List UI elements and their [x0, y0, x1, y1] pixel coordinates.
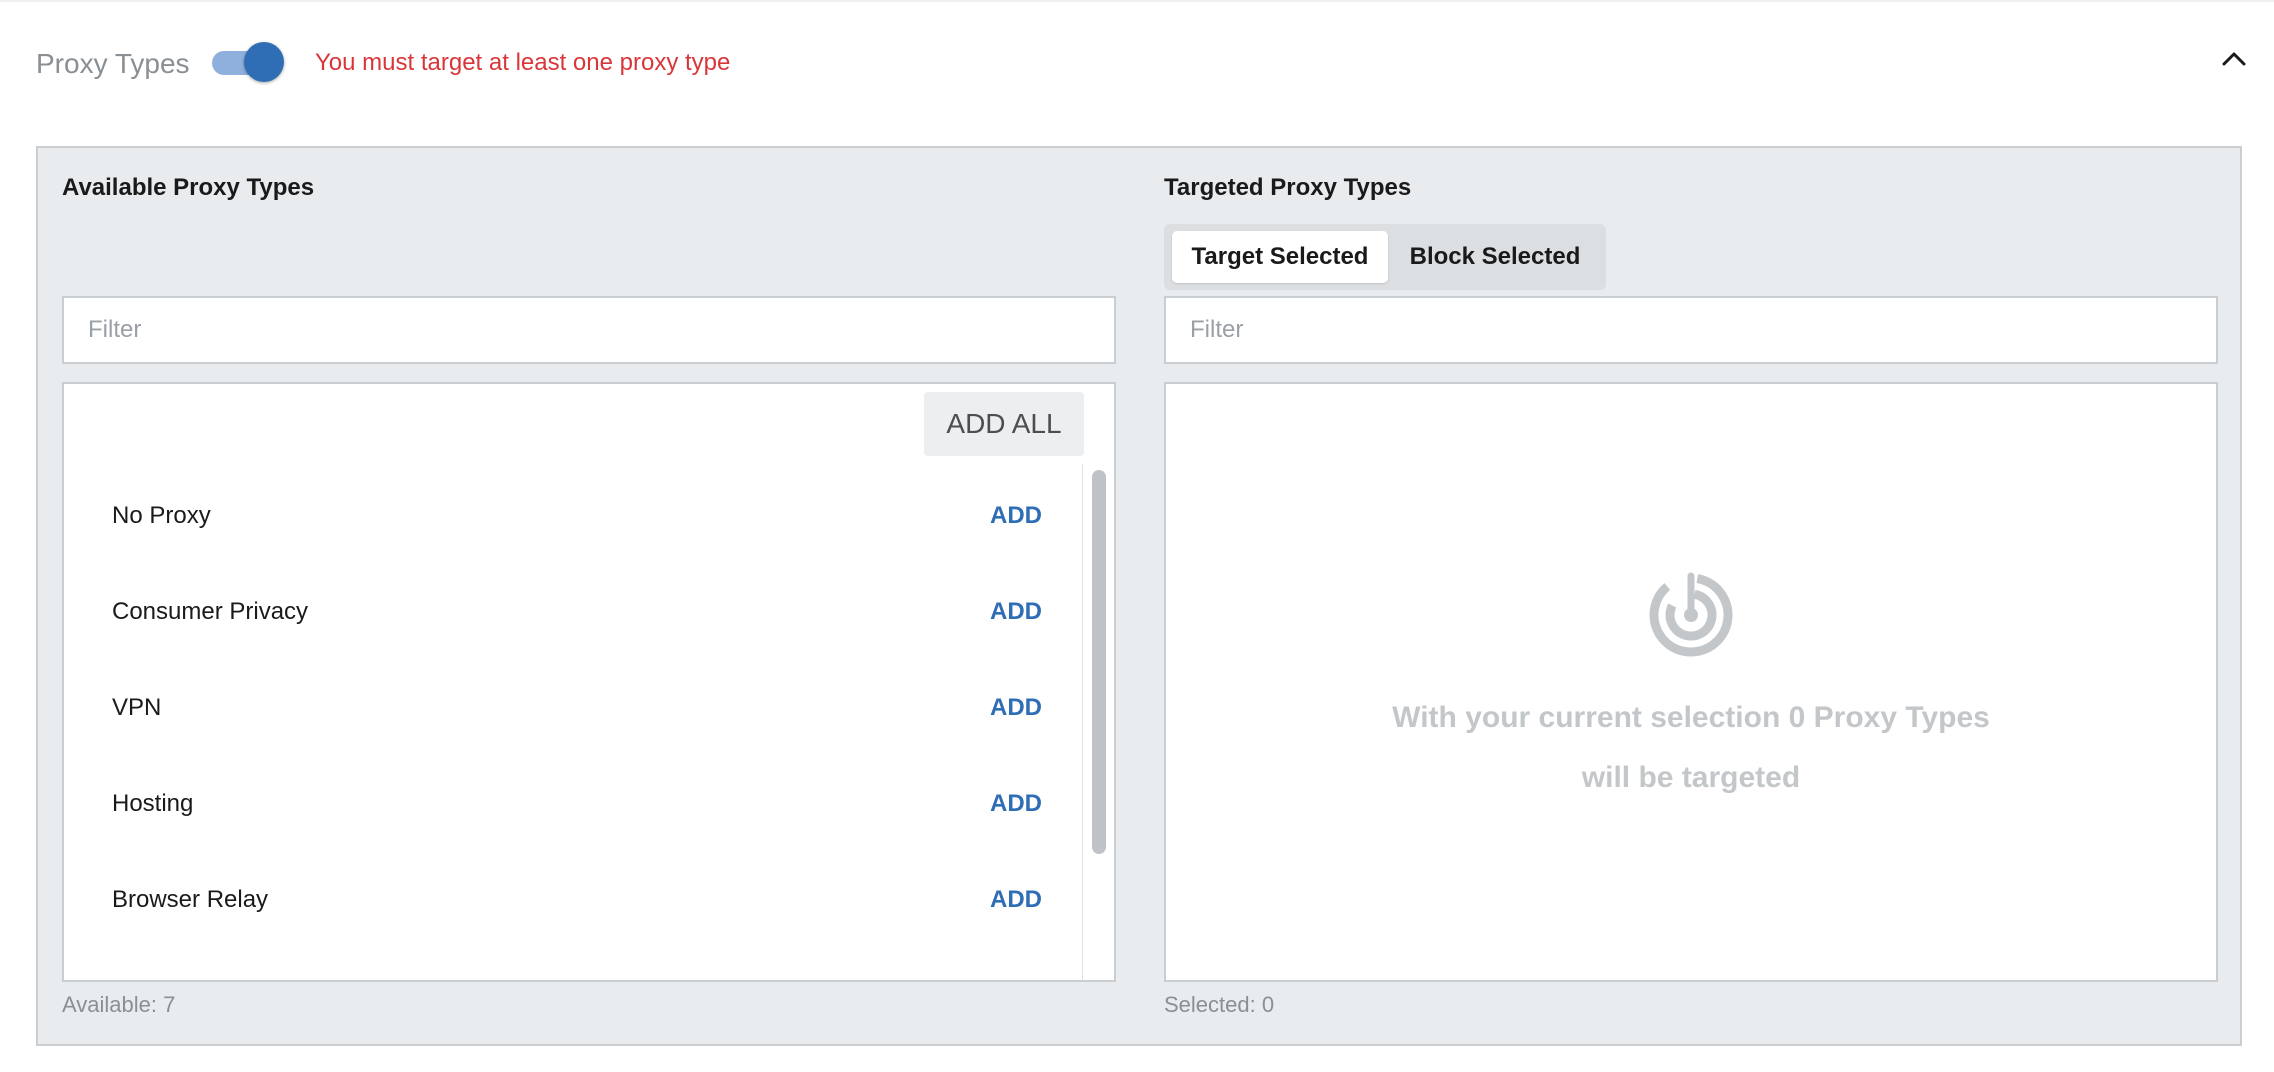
targeted-list: With your current selection 0 Proxy Type…: [1164, 382, 2218, 982]
collapse-button[interactable]: [2214, 44, 2254, 74]
list-item-label: VPN: [112, 694, 162, 721]
mode-selector: Target Selected Block Selected: [1164, 224, 1606, 290]
section-title: Proxy Types: [36, 48, 190, 79]
add-button[interactable]: ADD: [990, 694, 1042, 722]
available-list: ADD ALL No Proxy ADD Consumer Privacy AD…: [62, 382, 1116, 982]
proxy-types-panel: Available Proxy Types ADD ALL No Proxy A…: [36, 146, 2242, 1046]
add-button[interactable]: ADD: [990, 790, 1042, 818]
list-item: Hosting ADD: [64, 754, 1084, 850]
available-rows: No Proxy ADD Consumer Privacy ADD VPN AD…: [64, 466, 1084, 946]
targeted-filter-input[interactable]: [1164, 296, 2218, 364]
add-button[interactable]: ADD: [990, 502, 1042, 530]
targeted-title: Targeted Proxy Types: [1164, 174, 1412, 201]
available-title: Available Proxy Types: [62, 174, 315, 201]
selected-count: Selected: 0: [1164, 992, 1275, 1017]
section-header: Proxy Types You must target at least one…: [0, 0, 2274, 130]
list-item: No Proxy ADD: [64, 466, 1084, 562]
list-item: VPN ADD: [64, 658, 1084, 754]
scrollbar[interactable]: [1082, 464, 1116, 980]
add-button[interactable]: ADD: [990, 598, 1042, 626]
target-selected-button[interactable]: Target Selected: [1172, 231, 1388, 283]
toggle-knob: [244, 42, 284, 82]
add-button[interactable]: ADD: [990, 886, 1042, 914]
chevron-up-icon: [2222, 52, 2246, 66]
list-item-label: Hosting: [112, 790, 194, 817]
list-item-label: Browser Relay: [112, 886, 269, 913]
available-filter-input[interactable]: [62, 296, 1116, 364]
block-selected-button[interactable]: Block Selected: [1392, 231, 1598, 283]
target-icon: [1649, 572, 1733, 657]
add-all-button[interactable]: ADD ALL: [924, 392, 1084, 456]
available-count: Available: 7: [62, 992, 176, 1017]
list-item-label: No Proxy: [112, 502, 211, 529]
scrollbar-thumb[interactable]: [1092, 470, 1106, 854]
validation-error: You must target at least one proxy type: [315, 49, 731, 76]
list-item: Consumer Privacy ADD: [64, 562, 1084, 658]
list-item: Browser Relay ADD: [64, 850, 1084, 946]
proxy-types-toggle[interactable]: [210, 40, 286, 84]
list-item-label: Consumer Privacy: [112, 598, 309, 625]
empty-state-message: With your current selection 0 Proxy Type…: [1392, 701, 1990, 794]
